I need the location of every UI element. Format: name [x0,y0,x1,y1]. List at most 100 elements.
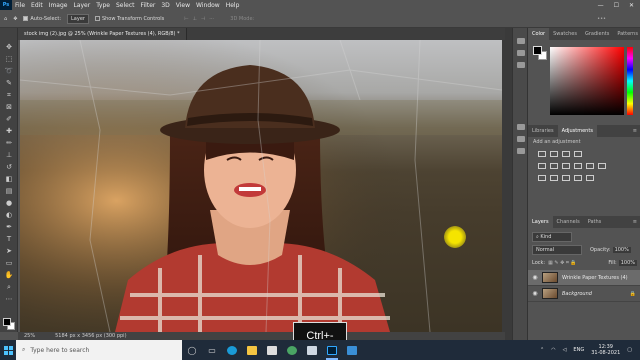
task-view-icon[interactable]: ◯ [182,340,202,360]
start-button[interactable] [0,340,16,360]
volume-icon[interactable]: ◁ [563,347,567,353]
photo-filter-icon[interactable] [586,163,594,169]
tab-color[interactable]: Color [528,28,550,40]
menu-edit[interactable]: Edit [28,2,46,9]
document-canvas[interactable] [20,40,502,332]
menu-image[interactable]: Image [46,2,71,9]
foreground-color-swatch[interactable] [3,318,11,326]
foreground-background-swatches[interactable] [3,318,15,330]
tab-adjustments[interactable]: Adjustments [557,125,597,137]
home-icon[interactable]: ⌂ [4,16,7,22]
zoom-tool-icon[interactable]: ⌕ [3,282,15,292]
gradient-tool-icon[interactable]: ▤ [3,186,15,196]
menu-3d[interactable]: 3D [158,2,172,9]
quick-select-tool-icon[interactable]: ✎ [3,78,15,88]
paragraph-panel-icon[interactable] [517,136,525,142]
history-brush-tool-icon[interactable]: ↺ [3,162,15,172]
healing-brush-tool-icon[interactable]: ✚ [3,126,15,136]
marquee-tool-icon[interactable]: ⬚ [3,54,15,64]
brushes-panel-icon[interactable] [517,124,525,130]
invert-icon[interactable] [538,175,546,181]
shape-tool-icon[interactable]: ▭ [3,258,15,268]
lasso-tool-icon[interactable]: ➰ [3,66,15,76]
vibrance-icon[interactable] [538,163,546,169]
path-select-tool-icon[interactable]: ➤ [3,246,15,256]
store-icon[interactable] [262,340,282,360]
menu-select[interactable]: Select [113,2,138,9]
close-button[interactable]: ✕ [629,2,634,9]
align-left-icon[interactable]: ⊢ [184,16,188,22]
edit-toolbar-icon[interactable]: ⋯ [3,294,15,304]
eraser-tool-icon[interactable]: ◧ [3,174,15,184]
color-balance-icon[interactable] [562,163,570,169]
menu-help[interactable]: Help [223,2,243,9]
tab-channels[interactable]: Channels [553,216,584,228]
task-switcher-icon[interactable]: ▭ [202,340,222,360]
language-indicator[interactable]: ENG [573,347,584,353]
photoshop-taskbar-icon[interactable] [322,340,342,360]
more-options-icon[interactable]: ••• [597,16,640,22]
exposure-icon[interactable] [574,151,582,157]
threshold-icon[interactable] [562,175,570,181]
visibility-eye-icon[interactable]: ◉ [528,290,542,297]
photos-icon[interactable] [342,340,362,360]
crop-tool-icon[interactable]: ⌗ [3,90,15,100]
channel-mixer-icon[interactable] [598,163,606,169]
file-explorer-icon[interactable] [242,340,262,360]
glyphs-panel-icon[interactable] [517,148,525,154]
visibility-eye-icon[interactable]: ◉ [528,274,542,281]
tray-chevron-icon[interactable]: ⌃ [540,347,544,353]
canvas-vertical-scrollbar[interactable] [505,28,512,340]
menu-filter[interactable]: Filter [138,2,159,9]
selective-color-icon[interactable] [586,175,594,181]
dodge-tool-icon[interactable]: ◐ [3,210,15,220]
type-tool-icon[interactable]: T [3,234,15,244]
distribute-icon[interactable]: ⋯ [209,16,214,22]
tab-libraries[interactable]: Libraries [528,125,558,137]
pen-tool-icon[interactable]: ✒ [3,222,15,232]
lock-icons[interactable]: ▦ ✎ ✥ ⌗ 🔒 [548,260,577,266]
menu-layer[interactable]: Layer [70,2,93,9]
zoom-level[interactable]: 25% [24,333,35,339]
menu-view[interactable]: View [173,2,193,9]
taskbar-search-box[interactable]: ⌕ Type here to search [16,340,182,360]
tab-layers[interactable]: Layers [528,216,553,228]
hand-tool-icon[interactable]: ✋ [3,270,15,280]
layer-row[interactable]: ◉ Background 🔒 [528,286,640,302]
brush-tool-icon[interactable]: ✏ [3,138,15,148]
blur-tool-icon[interactable]: ● [3,198,15,208]
fill-value[interactable]: 100% [618,260,637,266]
edge-browser-icon[interactable] [222,340,242,360]
frame-tool-icon[interactable]: ⊠ [3,102,15,112]
character-panel-icon[interactable] [517,62,525,68]
levels-icon[interactable] [550,151,558,157]
move-tool-icon[interactable]: ✥ [3,42,15,52]
menu-type[interactable]: Type [93,2,113,9]
tab-gradients[interactable]: Gradients [581,28,613,40]
mail-icon[interactable] [302,340,322,360]
notifications-icon[interactable]: ▢ [627,347,632,353]
tab-patterns[interactable]: Patterns [613,28,640,40]
menu-file[interactable]: File [12,2,28,9]
curves-icon[interactable] [562,151,570,157]
menu-window[interactable]: Window [193,2,223,9]
black-white-icon[interactable] [574,163,582,169]
layer-filter-kind[interactable]: ⌕ Kind [532,232,572,242]
hue-saturation-icon[interactable] [550,163,558,169]
eyedropper-tool-icon[interactable]: ✐ [3,114,15,124]
opacity-value[interactable]: 100% [612,247,631,253]
auto-select-target-dropdown[interactable]: Layer [67,13,89,24]
show-transform-checkbox[interactable]: Show Transform Controls [94,15,164,22]
minimize-button[interactable]: — [598,2,604,9]
layer-row[interactable]: ◉ Wrinkle Paper Textures (4) [528,270,640,286]
color-picker-field[interactable] [550,47,624,115]
move-tool-icon[interactable]: ✥ [13,16,17,22]
tab-paths[interactable]: Paths [584,216,606,228]
hue-slider[interactable] [627,47,633,115]
align-right-icon[interactable]: ⊣ [201,16,205,22]
brightness-contrast-icon[interactable] [538,151,546,157]
align-center-icon[interactable]: ⊥ [193,16,197,22]
panel-menu-icon[interactable]: ≡ [629,125,640,137]
tab-swatches[interactable]: Swatches [549,28,581,40]
chrome-icon[interactable] [282,340,302,360]
